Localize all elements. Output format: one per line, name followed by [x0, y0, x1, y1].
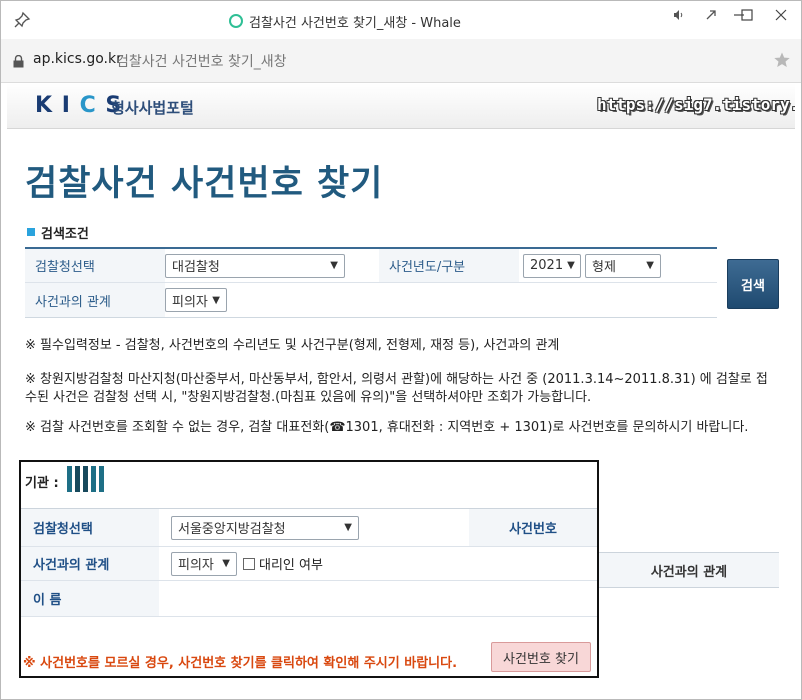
- search-conditions-table: 검찰청선택 대검찰청 ▼ 사건년도/구분 2021 ▼ 형제 ▼ 사건과의 관계…: [25, 247, 717, 318]
- case-input-table: 검찰청선택 서울중앙지방검찰청 ▼ 사건번호 사건과의 관계 피의자 ▼ 대리인…: [21, 508, 597, 617]
- bullet-square-icon: [27, 228, 35, 236]
- title-bar: 검찰사건 사건번호 찾기_새창 - Whale: [1, 1, 801, 39]
- page-content: K I C S 형사사법포털 https://sig7.tistory.com …: [7, 83, 795, 695]
- maximize-icon[interactable]: [737, 7, 757, 23]
- prosecutor-select[interactable]: 대검찰청 ▼: [165, 253, 345, 278]
- prosecutor-label: 검찰청선택: [25, 249, 165, 282]
- bookmark-star-icon[interactable]: [773, 51, 791, 69]
- loading-icon: [229, 14, 243, 28]
- proxy-checkbox-label: 대리인 여부: [259, 558, 323, 573]
- notice-changwon-2: 수된 사건은 검찰청 선택 시, "창원지방검찰청.(마침표 있음에 유의)"을…: [25, 390, 592, 405]
- chevron-down-icon: ▼: [646, 260, 654, 271]
- search-row-prosecutor: 검찰청선택 대검찰청 ▼ 사건년도/구분 2021 ▼ 형제 ▼: [25, 249, 717, 283]
- year-cell: 2021 ▼ 형제 ▼: [519, 249, 717, 282]
- dialog-relation-select[interactable]: 피의자 ▼: [171, 551, 237, 576]
- dialog-prosecutor-select-value: 서울중앙지방검찰청: [178, 522, 286, 537]
- case-type-select[interactable]: 형제 ▼: [585, 253, 661, 278]
- chevron-down-icon: ▼: [212, 294, 220, 306]
- year-select-value: 2021: [530, 258, 564, 273]
- prosecution-logo-icon: [67, 466, 107, 492]
- dialog-relation-cell: 피의자 ▼ 대리인 여부: [159, 547, 323, 580]
- relation-select-value: 피의자: [172, 294, 208, 310]
- year-select[interactable]: 2021 ▼: [523, 253, 581, 278]
- chevron-down-icon: ▼: [222, 558, 230, 569]
- find-case-warning: ※ 사건번호를 모르실 경우, 사건번호 찾기를 클릭하여 확인해 주시기 바랍…: [23, 656, 458, 671]
- proxy-checkbox[interactable]: [243, 557, 255, 570]
- background-table-header: 사건과의 관계: [599, 552, 779, 588]
- dialog-row-relation: 사건과의 관계 피의자 ▼ 대리인 여부: [21, 547, 597, 581]
- dialog-row-name: 이 름: [21, 581, 597, 617]
- name-input[interactable]: [159, 581, 597, 616]
- relation-label: 사건과의 관계: [25, 283, 165, 317]
- relation-select[interactable]: 피의자 ▼: [165, 288, 227, 312]
- url-page-title: 검찰사건 사건번호 찾기_새창: [116, 54, 287, 70]
- name-label: 이 름: [21, 581, 159, 616]
- portal-name: 형사사법포털: [111, 99, 194, 117]
- browser-window: 검찰사건 사건번호 찾기_새창 - Whale ap.kics.go.kr 검찰…: [0, 0, 802, 700]
- notice-changwon-1: ※ 창원지방검찰청 마산지청(마산중부서, 마산동부서, 함안서, 의령서 관할…: [25, 372, 768, 387]
- prosecutor-select-value: 대검찰청: [172, 260, 220, 275]
- search-button[interactable]: 검색: [727, 259, 779, 309]
- section-title: 검색조건: [41, 226, 89, 242]
- dialog-row-prosecutor: 검찰청선택 서울중앙지방검찰청 ▼ 사건번호: [21, 509, 597, 547]
- org-label: 기관 :: [25, 476, 59, 491]
- address-bar[interactable]: ap.kics.go.kr 검찰사건 사건번호 찾기_새창: [1, 39, 801, 83]
- window-title: 검찰사건 사건번호 찾기_새창 - Whale: [249, 15, 461, 31]
- dialog-prosecutor-select[interactable]: 서울중앙지방검찰청 ▼: [171, 515, 359, 540]
- find-case-number-button[interactable]: 사건번호 찾기: [491, 642, 591, 672]
- lock-icon: [13, 55, 24, 68]
- share-icon[interactable]: [701, 7, 721, 23]
- page-title: 검찰사건 사건번호 찾기: [25, 164, 384, 204]
- sound-icon[interactable]: [669, 7, 689, 23]
- notice-required: ※ 필수입력정보 - 검찰청, 사건번호의 수리년도 및 사건구분(형제, 전형…: [25, 338, 560, 353]
- year-label: 사건년도/구분: [379, 249, 519, 282]
- case-type-select-value: 형제: [592, 260, 616, 275]
- notice-contact: ※ 검찰 사건번호를 조회할 수 없는 경우, 검찰 대표전화(☎1301, 휴…: [25, 420, 749, 435]
- chevron-down-icon: ▼: [344, 522, 352, 533]
- close-icon[interactable]: [771, 7, 791, 23]
- dialog-prosecutor-cell: 서울중앙지방검찰청 ▼: [159, 509, 469, 546]
- search-row-relation: 사건과의 관계 피의자 ▼: [25, 283, 717, 317]
- window-title-area: 검찰사건 사건번호 찾기_새창 - Whale: [229, 11, 461, 31]
- dialog-relation-label: 사건과의 관계: [21, 547, 159, 580]
- section-heading: 검색조건: [27, 223, 89, 242]
- case-input-dialog: 기관 : 검찰청선택 서울중앙지방검찰청 ▼ 사건번호 사건과의 관계 피의자 …: [19, 460, 599, 678]
- case-number-label: 사건번호: [469, 509, 597, 546]
- relation-cell: 피의자 ▼: [165, 283, 717, 317]
- kics-banner: K I C S 형사사법포털 https://sig7.tistory.com: [7, 83, 795, 129]
- dialog-relation-select-value: 피의자: [178, 558, 214, 573]
- watermark: https://sig7.tistory.com: [597, 95, 795, 114]
- url-host[interactable]: ap.kics.go.kr: [33, 51, 122, 67]
- kics-logo: K I C S: [35, 93, 123, 118]
- chevron-down-icon: ▼: [567, 260, 575, 271]
- prosecutor-cell: 대검찰청 ▼: [165, 249, 379, 282]
- dialog-prosecutor-label: 검찰청선택: [21, 509, 159, 546]
- chevron-down-icon: ▼: [330, 260, 338, 271]
- pin-icon[interactable]: [13, 11, 31, 29]
